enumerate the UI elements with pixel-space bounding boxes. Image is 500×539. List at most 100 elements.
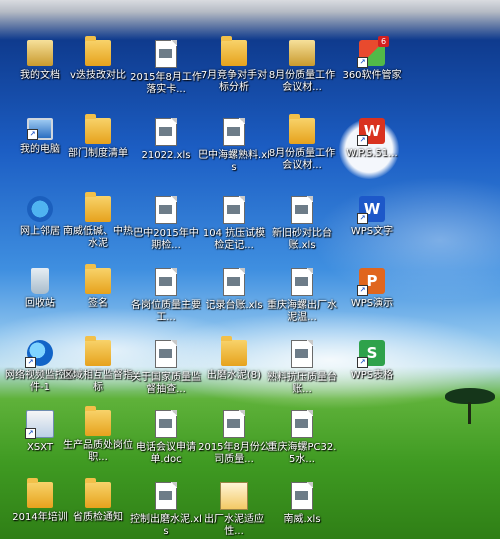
desktop-icon-label: 省质检通知 <box>73 512 123 523</box>
folder-icon <box>85 336 111 366</box>
desktop-icon[interactable]: 部门制度清单 <box>62 114 134 160</box>
desktop-icon[interactable]: 控制出磨水泥.xls <box>130 482 202 538</box>
desktop-icon[interactable]: v迭技改对比 <box>62 36 134 82</box>
page-fold-icon <box>239 118 245 124</box>
desktop-icon-label: W.P.S.51... <box>346 148 398 159</box>
desktop-icon-label: 重庆海螺出厂水泥温... <box>267 300 337 323</box>
page-fold-icon <box>171 340 177 346</box>
desktop-icon[interactable]: 巴中2015年中期检... <box>130 196 202 252</box>
desktop-icon[interactable]: 关于国家质量监督抽查... <box>130 340 202 396</box>
spreadsheet-file-icon <box>155 40 177 68</box>
desktop-icon-label: 新旧砂对比台账.xls <box>272 228 332 251</box>
desktop-icon-label: 部门制度清单 <box>68 148 128 159</box>
desktop-icon[interactable]: S ↗ WPS表格 <box>336 340 408 382</box>
shortcut-arrow-icon: ↗ <box>357 357 368 368</box>
desktop-icon-label: WPS表格 <box>350 370 394 381</box>
desktop-icon[interactable]: W ↗ WPS文字 <box>336 196 408 238</box>
shortcut-arrow-icon: ↗ <box>357 285 368 296</box>
desktop-icon[interactable]: W ↗ W.P.S.51... <box>336 118 408 160</box>
desktop-icon[interactable]: 区域相互监督指标 <box>62 336 134 394</box>
desktop-icon[interactable]: 出磨水泥(8) <box>198 336 270 382</box>
folder-icon <box>221 336 247 366</box>
desktop-icon-label: 2015年8月工作落实卡... <box>130 72 202 95</box>
desktop-icon[interactable]: 7月竞争对手对标分析 <box>198 36 270 94</box>
folder-icon <box>221 36 247 66</box>
desktop-icon[interactable]: 出厂水泥适应性... <box>198 482 270 538</box>
desktop-icon[interactable]: 新旧砂对比台账.xls <box>266 196 338 252</box>
shortcut-arrow-icon: ↗ <box>27 129 38 140</box>
desktop-icon-label: 记录台账.xls <box>205 300 263 311</box>
monitor-bezel-glare <box>0 0 500 40</box>
desktop-icon[interactable]: 8月份质量工作会议材... <box>266 114 338 172</box>
shortcut-arrow-icon: ↗ <box>357 57 368 68</box>
desktop-icon[interactable]: 记录台账.xls <box>198 268 270 312</box>
notification-badge: 6 <box>378 36 389 47</box>
desktop-icon-label: 重庆海螺PC32.5水... <box>267 442 337 465</box>
desktop-icon[interactable]: 熟料抗压质量台账... <box>266 340 338 396</box>
desktop-icon-label: 生产品质处岗位职... <box>63 440 133 463</box>
spreadsheet-file-icon <box>223 196 245 224</box>
desktop-icon[interactable]: 生产品质处岗位职... <box>62 406 134 464</box>
desktop-icon[interactable]: 电话会议申请单.doc <box>130 410 202 466</box>
desktop-icon[interactable]: 重庆海螺出厂水泥温... <box>266 268 338 324</box>
page-fold-icon <box>307 482 313 488</box>
desktop-icon[interactable]: 重庆海螺PC32.5水... <box>266 410 338 466</box>
shortcut-arrow-icon: ↗ <box>357 213 368 224</box>
desktop-icon-label: 电话会议申请单.doc <box>136 442 196 465</box>
desktop-icon[interactable]: 2015年8月份公司质量... <box>198 410 270 466</box>
my-documents-icon <box>27 40 53 66</box>
page-fold-icon <box>307 340 313 346</box>
wps-office-icon: W ↗ <box>357 118 385 146</box>
spreadsheet-file-icon <box>291 482 313 510</box>
app-360-icon: 6 ↗ <box>357 36 389 68</box>
desktop-icon[interactable]: 8月份质量工作会议材... <box>266 40 338 94</box>
page-fold-icon <box>171 268 177 274</box>
xsxt-app-icon: ↗ <box>25 410 54 439</box>
desktop-icon[interactable]: 南威低碱、中热水泥 <box>62 192 134 250</box>
desktop-icon-label: 出厂水泥适应性... <box>204 514 264 537</box>
shortcut-arrow-icon: ↗ <box>25 357 36 368</box>
page-fold-icon <box>239 410 245 416</box>
spreadsheet-file-icon <box>291 196 313 224</box>
desktop-icon-label: WPS演示 <box>350 298 394 309</box>
desktop-icon[interactable]: 签名 <box>62 264 134 310</box>
desktop-icon-label: 7月竞争对手对标分析 <box>200 70 268 93</box>
spreadsheet-file-icon <box>155 196 177 224</box>
page-fold-icon <box>307 268 313 274</box>
folder-icon <box>85 36 111 66</box>
computer-icon: ↗ <box>27 118 53 140</box>
page-fold-icon <box>239 268 245 274</box>
spreadsheet-file-icon <box>155 340 177 368</box>
desktop-icon[interactable]: 南威.xls <box>266 482 338 526</box>
wps-presentation-icon: P ↗ <box>357 268 385 296</box>
spreadsheet-file-icon <box>155 410 177 438</box>
folder-icon <box>85 478 111 508</box>
desktop-icon[interactable]: 21022.xls <box>130 118 202 162</box>
network-icon <box>27 196 53 222</box>
desktop-icon[interactable]: 省质检通知 <box>62 478 134 524</box>
desktop-icon-label: 关于国家质量监督抽查... <box>131 372 201 395</box>
desktop-icon-label: 出磨水泥(8) <box>206 370 262 381</box>
desktop-icon[interactable]: 巴中海螺熟料.xls <box>198 118 270 174</box>
desktop-icon[interactable]: P ↗ WPS演示 <box>336 268 408 310</box>
desktop-icon[interactable]: 6 ↗ 360软件管家 <box>336 36 408 82</box>
desktop-icon[interactable]: 各岗位质量主要工... <box>130 268 202 324</box>
desktop-icon[interactable]: 104 抗压试模检定记... <box>198 196 270 252</box>
wps-writer-icon: W ↗ <box>357 196 385 224</box>
desktop-icon-label: 巴中海螺熟料.xls <box>198 150 270 173</box>
desktop-icon-label: 8月份质量工作会议材... <box>268 148 336 171</box>
desktop-icon-label: 2015年8月份公司质量... <box>198 442 270 465</box>
wallpaper-tree <box>440 388 500 438</box>
page-fold-icon <box>171 482 177 488</box>
desktop-icon-label: 8月份质量工作会议材... <box>268 70 336 93</box>
spreadsheet-file-icon <box>223 410 245 438</box>
page-fold-icon <box>307 196 313 202</box>
desktop-icon[interactable]: 2015年8月工作落实卡... <box>130 40 202 96</box>
page-fold-icon <box>239 196 245 202</box>
desktop-icon-label: 区域相互监督指标 <box>63 370 133 393</box>
desktop-icon-label: 各岗位质量主要工... <box>131 300 201 323</box>
folder-icon <box>27 478 53 508</box>
spreadsheet-file-icon <box>223 118 245 146</box>
spreadsheet-file-icon <box>291 410 313 438</box>
desktop-icon-label: 21022.xls <box>141 150 191 161</box>
